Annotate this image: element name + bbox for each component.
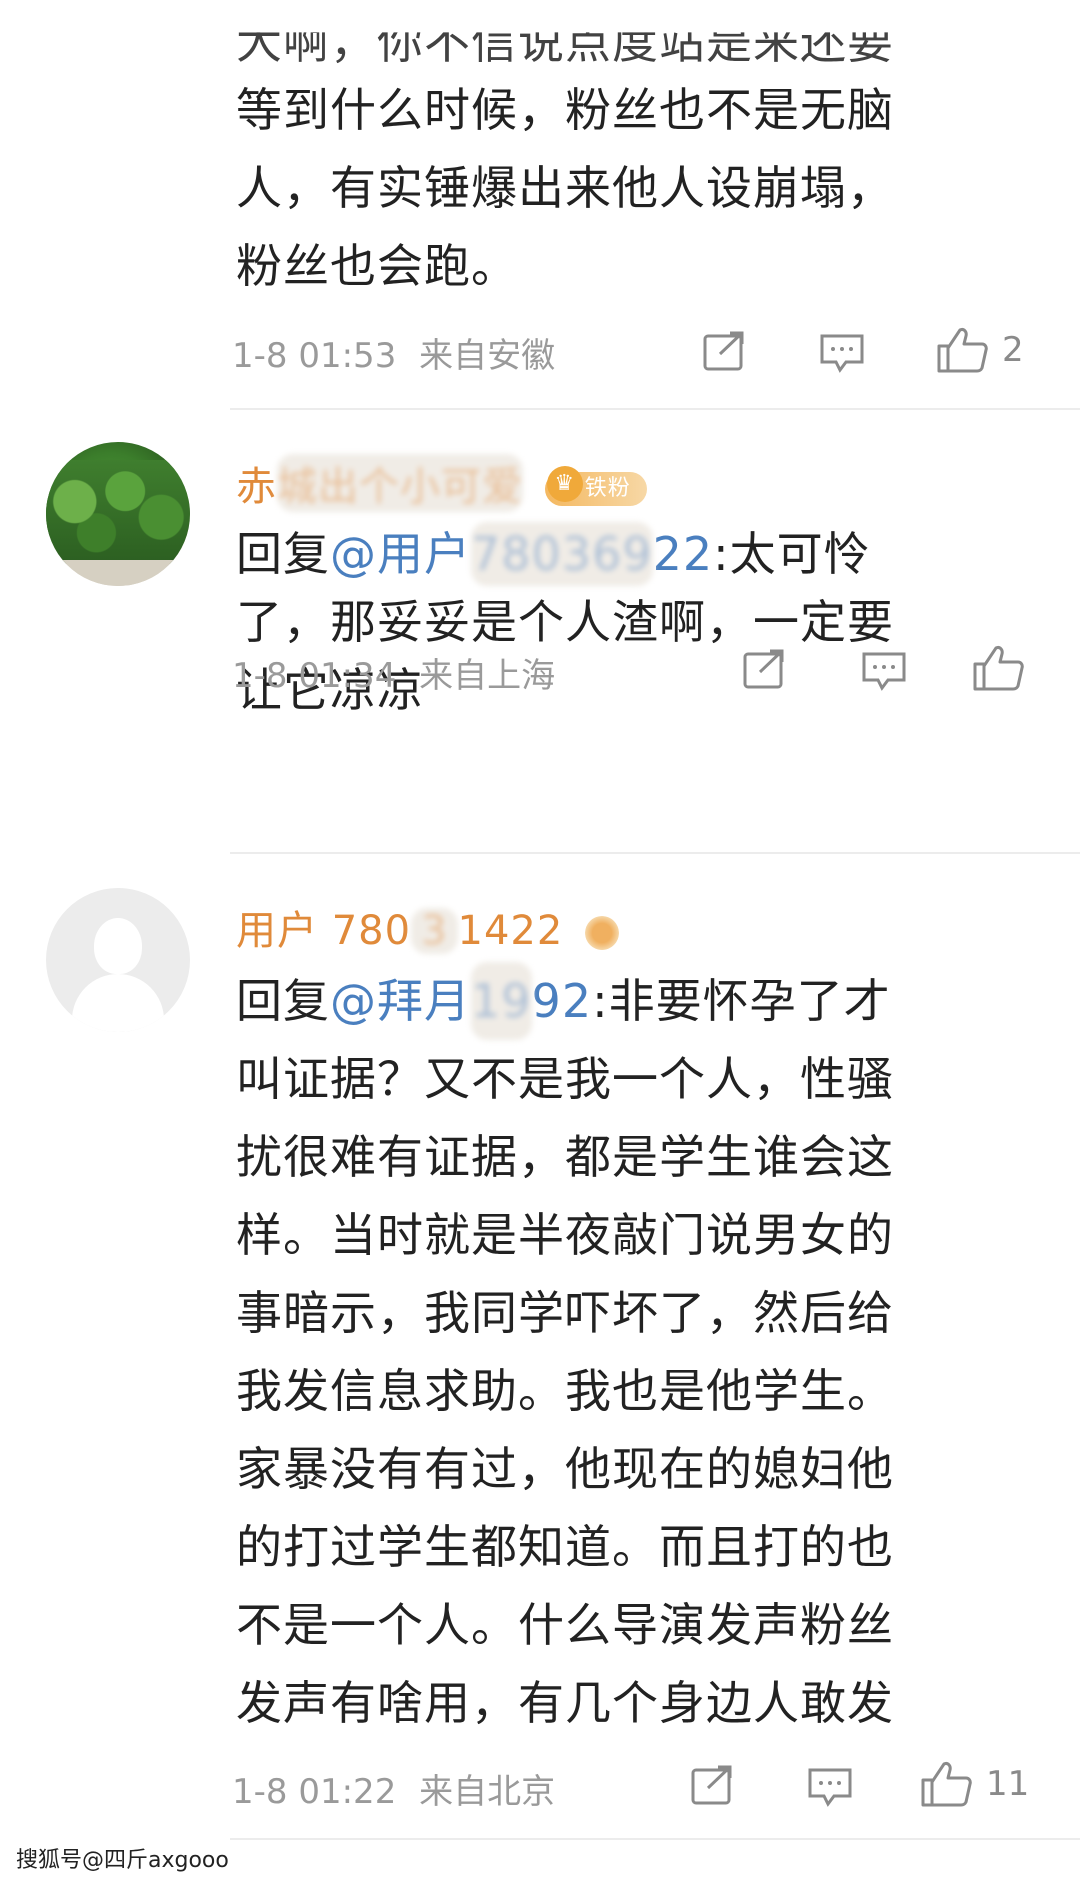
comment-3-line-3: 扰很难有证据，都是学生谁会这	[236, 1130, 894, 1184]
comment-3-location: 来自北京	[419, 1772, 556, 1812]
comment-3-username-tail: 1422	[457, 908, 564, 954]
comment-1-like-button[interactable]: 2	[936, 326, 1024, 374]
comment-1-share-button[interactable]	[702, 330, 748, 372]
comment-3-line-5: 事暗示，我同学吓坏了，然后给	[236, 1286, 894, 1340]
comment-1-time: 1-8 01:53	[232, 336, 397, 376]
comment-1-line-2: 人，有实锤爆出来他人设崩塌，	[236, 161, 894, 215]
like-icon	[921, 1762, 972, 1807]
comment-2-reply-button[interactable]	[860, 650, 908, 692]
comment-2-share-button[interactable]	[742, 648, 788, 690]
comment-3-line-1-text: :非要怀孕了才	[592, 974, 891, 1028]
comment-3-share-button[interactable]	[690, 1764, 736, 1806]
comment-3: 用户 780 3 1422 回复@拜月1992:非要怀孕了才 叫证据？又不是我一个人…	[0, 856, 1080, 1836]
like-icon	[973, 646, 1024, 691]
comment-2-line-2: 了，那妥妥是个人渣啊，一定要	[236, 595, 894, 649]
comment-3-text: 回复@拜月1992:非要怀孕了才 叫证据？又不是我一个人，性骚 扰很难有证据，都…	[236, 962, 1026, 1742]
comment-1-reply-button[interactable]	[818, 332, 866, 374]
comment-2-line-1: 回复@用户78036922:太可怜	[236, 522, 1026, 586]
comment-2-meta: 1-8 01:34 来自上海	[232, 648, 555, 697]
comment-1-cut-line: 大啊，你不信说点度站是来还要	[236, 15, 894, 69]
comment-1-line-3: 粉丝也会跑。	[236, 239, 518, 293]
comment-3-mention[interactable]: @拜月1992	[330, 962, 592, 1040]
share-icon	[743, 649, 784, 689]
fan-badge: ♛ 铁粉	[544, 466, 647, 506]
comment-2: 赤城出个小可爱 ♛ 铁粉 回复@用户78036922:太可怜 了，那妥妥是个人渣…	[0, 412, 1080, 852]
comment-3-like-button[interactable]: 11	[920, 1760, 1029, 1808]
comment-icon	[820, 334, 864, 373]
comment-3-line-9: 不是一个人。什么导演发声粉丝	[236, 1598, 894, 1652]
vip-icon	[585, 916, 620, 950]
comment-3-line-4: 样。当时就是半夜敲门说男女的	[236, 1208, 894, 1262]
comment-2-username-visible: 赤	[236, 464, 277, 510]
comment-icon	[808, 1768, 852, 1807]
comment-3-line-1: 回复@拜月1992:非要怀孕了才	[236, 962, 1026, 1040]
comment-3-username-visible: 用户 780	[236, 908, 412, 954]
comment-3-reply-prefix: 回复	[236, 974, 330, 1028]
comment-1-text: 等到什么时候，粉丝也不是无脑 人，有实锤爆出来他人设崩塌， 粉丝也会跑。	[236, 78, 1026, 298]
like-icon	[937, 328, 988, 373]
divider-1	[230, 408, 1080, 410]
fan-badge-label: 铁粉	[584, 476, 631, 501]
comment-1: 大啊，你不信说点度站是来还要 等到什么时候，粉丝也不是无脑 人，有实锤爆出来他人…	[0, 0, 1080, 410]
comment-2-location: 来自上海	[419, 656, 556, 696]
comment-icon	[862, 652, 906, 691]
comment-1-location: 来自安徽	[419, 336, 556, 376]
comment-3-like-count: 11	[986, 1764, 1030, 1804]
comment-2-username-blurred: 城出个小可爱	[277, 454, 523, 512]
comment-3-line-6: 我发信息求助。我也是他学生。	[236, 1364, 894, 1418]
comment-2-time: 1-8 01:34	[232, 656, 397, 696]
comment-2-mention-blurred: 780369	[471, 522, 653, 586]
watermark: 搜狐号@四斤axgooo	[16, 1848, 229, 1873]
comment-3-time: 1-8 01:22	[232, 1772, 397, 1812]
comment-3-line-10: 发声有啥用，有几个身边人敢发	[236, 1676, 894, 1730]
share-icon	[703, 331, 744, 371]
avatar-photo	[46, 460, 190, 564]
comment-2-like-button[interactable]	[972, 644, 1038, 692]
comment-3-meta: 1-8 01:22 来自北京	[232, 1764, 555, 1813]
comment-1-line-1: 等到什么时候，粉丝也不是无脑	[236, 83, 894, 137]
comment-2-mention[interactable]: @用户78036922	[330, 522, 713, 586]
comment-2-line-1-text: :太可怜	[713, 527, 871, 581]
divider-3	[230, 1838, 1080, 1840]
share-icon	[691, 1765, 732, 1805]
comment-3-reply-button[interactable]	[806, 1766, 854, 1808]
avatar[interactable]	[46, 888, 190, 1032]
comment-1-meta: 1-8 01:53 来自安徽	[232, 328, 555, 377]
comment-3-line-7: 家暴没有有过，他现在的媳妇他	[236, 1442, 894, 1496]
avatar-default-icon	[94, 918, 142, 974]
divider-2	[230, 852, 1080, 854]
comment-3-username-blurred: 3	[411, 908, 458, 954]
comment-3-username[interactable]: 用户 780 3 1422	[236, 898, 620, 956]
crown-icon: ♛	[546, 466, 583, 502]
comment-3-line-2: 叫证据？又不是我一个人，性骚	[236, 1052, 894, 1106]
comment-3-line-8: 的打过学生都知道。而且打的也	[236, 1520, 894, 1574]
comment-2-reply-prefix: 回复	[236, 527, 330, 581]
comment-1-like-count: 2	[1002, 330, 1024, 370]
comment-2-username[interactable]: 赤城出个小可爱 ♛ 铁粉	[236, 454, 647, 512]
comment-3-mention-blurred: 19	[471, 962, 532, 1040]
avatar[interactable]	[46, 442, 190, 586]
